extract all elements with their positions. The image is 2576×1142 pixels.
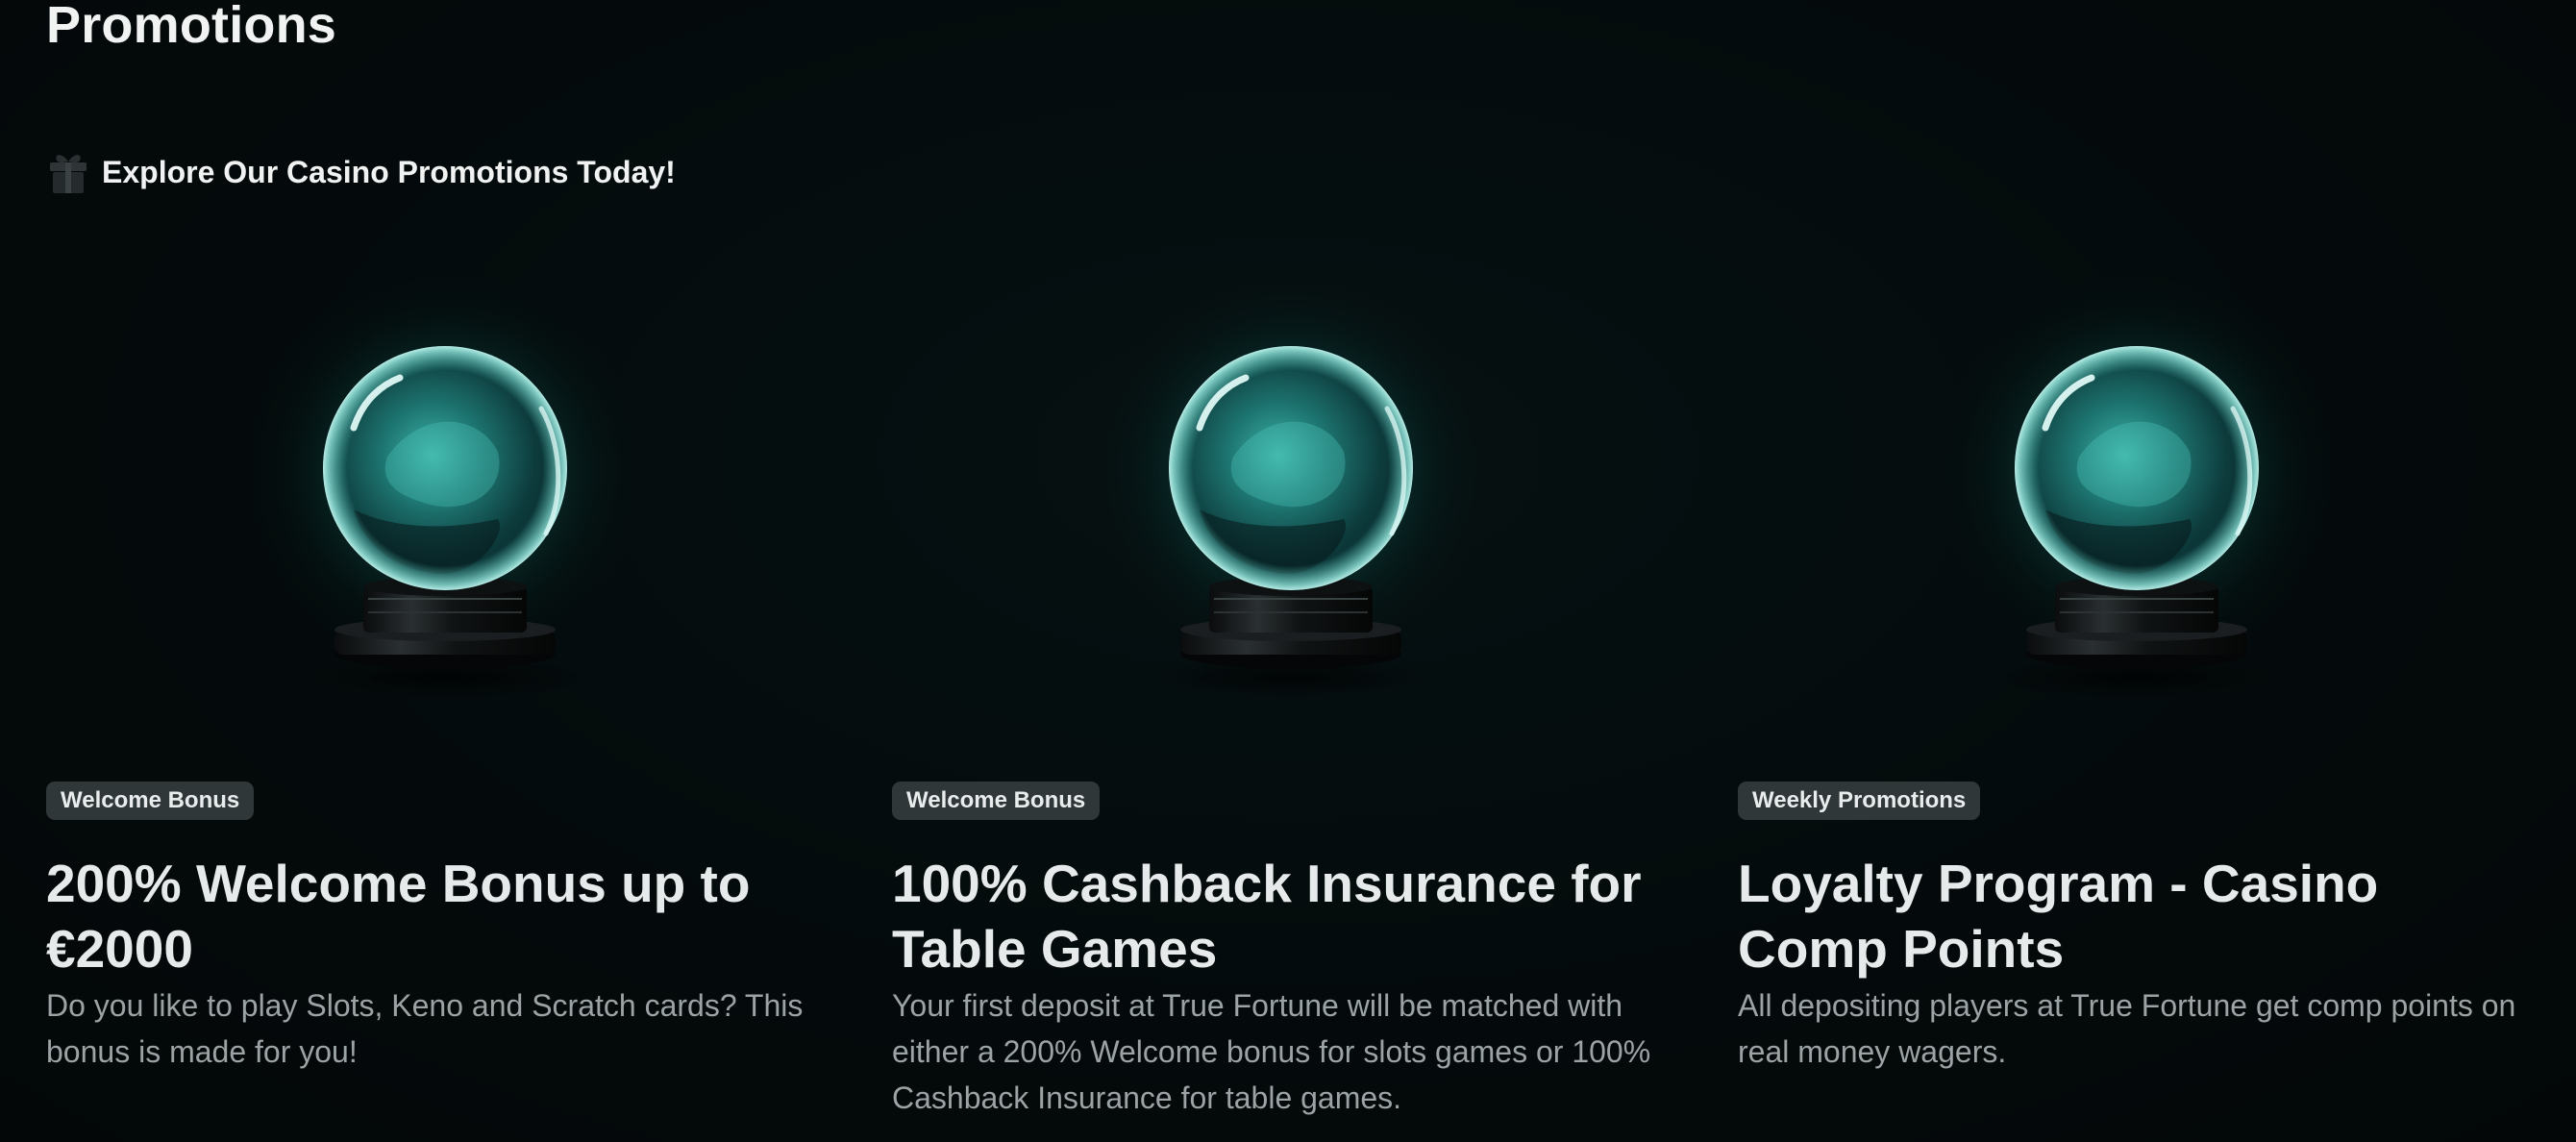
promotion-card[interactable]: Welcome Bonus 200% Welcome Bonus up to €… <box>46 216 844 1142</box>
promotions-subheading: Explore Our Casino Promotions Today! <box>48 148 676 196</box>
promotion-card[interactable]: Welcome Bonus 100% Cashback Insurance fo… <box>892 216 1690 1142</box>
promotion-cards: Welcome Bonus 200% Welcome Bonus up to €… <box>46 216 2530 1142</box>
page-title: Promotions <box>46 0 337 54</box>
crystal-ball-image[interactable] <box>46 216 844 735</box>
promotion-category-badge: Welcome Bonus <box>46 782 255 820</box>
promotion-title[interactable]: 100% Cashback Insurance for Table Games <box>892 851 1690 981</box>
promotion-description: Do you like to play Slots, Keno and Scra… <box>46 988 804 1069</box>
promotions-page: Promotions Explore Our Casino Promotions… <box>0 0 2576 1142</box>
promotion-description: All depositing players at True Fortune g… <box>1738 988 2516 1069</box>
promotion-category-badge: Weekly Promotions <box>1738 782 1981 820</box>
crystal-ball-image[interactable] <box>892 216 1690 735</box>
promotion-card[interactable]: Weekly Promotions Loyalty Program - Casi… <box>1738 216 2536 1142</box>
promotion-title[interactable]: Loyalty Program - Casino Comp Points <box>1738 851 2536 981</box>
promotion-category-badge: Welcome Bonus <box>892 782 1101 820</box>
crystal-ball-image[interactable] <box>1738 216 2536 735</box>
promotion-title[interactable]: 200% Welcome Bonus up to €2000 <box>46 851 844 981</box>
gift-icon <box>50 155 87 193</box>
subheading-text: Explore Our Casino Promotions Today! <box>102 154 676 189</box>
promotion-description: Your first deposit at True Fortune will … <box>892 988 1651 1115</box>
